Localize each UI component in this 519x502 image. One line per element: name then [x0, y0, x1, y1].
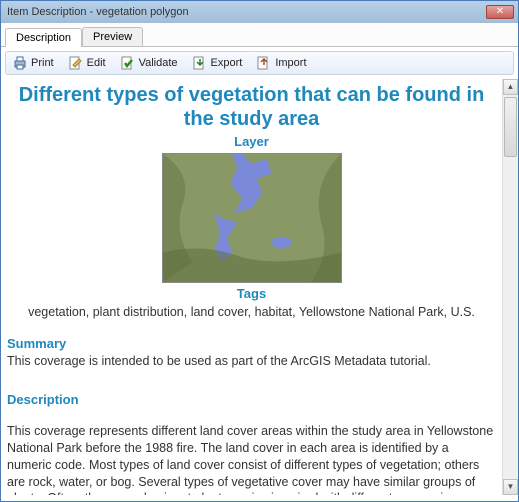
tab-strip: Description Preview: [1, 23, 518, 47]
import-icon: [256, 55, 272, 71]
description-heading: Description: [7, 391, 496, 409]
tab-preview[interactable]: Preview: [82, 27, 143, 46]
import-label: Import: [275, 57, 306, 69]
validate-label: Validate: [139, 57, 178, 69]
edit-icon: [68, 55, 84, 71]
scroll-thumb[interactable]: [504, 97, 517, 157]
export-button[interactable]: Export: [192, 55, 243, 71]
print-label: Print: [31, 57, 54, 69]
scroll-track[interactable]: [503, 95, 518, 479]
titlebar: Item Description - vegetation polygon ✕: [1, 1, 518, 23]
content-pane: Different types of vegetation that can b…: [1, 79, 502, 495]
item-title: Different types of vegetation that can b…: [7, 83, 496, 131]
item-type-label: Layer: [7, 133, 496, 151]
scroll-down-button[interactable]: ▼: [503, 479, 518, 495]
validate-button[interactable]: Validate: [120, 55, 178, 71]
summary-text: This coverage is intended to be used as …: [7, 353, 496, 370]
summary-heading: Summary: [7, 335, 496, 353]
print-icon: [12, 55, 28, 71]
description-text: This coverage represents different land …: [7, 423, 496, 495]
tags-heading: Tags: [7, 285, 496, 303]
validate-icon: [120, 55, 136, 71]
edit-button[interactable]: Edit: [68, 55, 106, 71]
print-button[interactable]: Print: [12, 55, 54, 71]
tab-description[interactable]: Description: [5, 28, 82, 47]
window-title: Item Description - vegetation polygon: [5, 6, 486, 18]
toolbar: Print Edit Validate Export Import: [5, 51, 514, 75]
thumbnail-image: [162, 153, 342, 283]
vertical-scrollbar[interactable]: ▲ ▼: [502, 79, 518, 495]
scroll-up-button[interactable]: ▲: [503, 79, 518, 95]
export-icon: [192, 55, 208, 71]
tags-value: vegetation, plant distribution, land cov…: [7, 304, 496, 321]
export-label: Export: [211, 57, 243, 69]
import-button[interactable]: Import: [256, 55, 306, 71]
close-button[interactable]: ✕: [486, 5, 514, 19]
edit-label: Edit: [87, 57, 106, 69]
